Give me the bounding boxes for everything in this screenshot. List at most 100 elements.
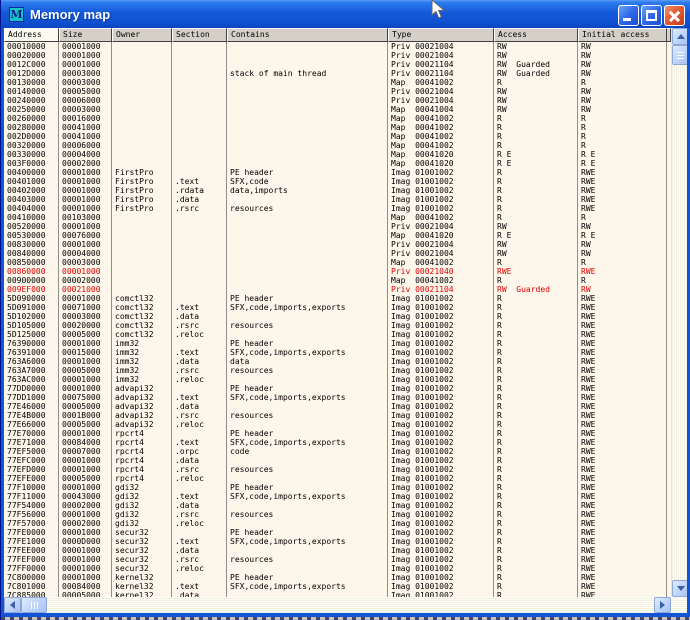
cell-section: .rsrc xyxy=(172,555,227,564)
vertical-scroll-thumb[interactable] xyxy=(672,45,688,65)
horizontal-scroll-track[interactable] xyxy=(47,597,654,613)
scroll-up-button[interactable] xyxy=(672,28,688,45)
table-row[interactable]: 77E71000 00084000 rpcrt4 .text SFX,code,… xyxy=(4,438,671,447)
table-row[interactable]: 77E70000 00001000 rpcrt4 PE header Imag … xyxy=(4,429,671,438)
table-row[interactable]: 00840000 00004000 Priv 00021004 RW RW xyxy=(4,249,671,258)
table-row[interactable]: 77EFC000 00001000 rpcrt4 .data Imag 0100… xyxy=(4,456,671,465)
column-header-address[interactable]: Address xyxy=(4,28,59,42)
table-row[interactable]: 5D125000 00005000 comctl32 .reloc Imag 0… xyxy=(4,330,671,339)
table-row[interactable]: 00400000 00001000 FirstPro PE header Ima… xyxy=(4,168,671,177)
column-header-initial-access[interactable]: Initial access xyxy=(578,28,667,42)
table-row[interactable]: 00860000 00001000 Priv 00021040 RWE RWE xyxy=(4,267,671,276)
table-row[interactable]: 763A6000 00001000 imm32 .data data Imag … xyxy=(4,357,671,366)
column-header-owner[interactable]: Owner xyxy=(112,28,172,42)
column-header-type[interactable]: Type xyxy=(388,28,494,42)
table-row[interactable]: 00900000 00002000 Map 00041002 R R xyxy=(4,276,671,285)
cell-contains xyxy=(227,330,388,339)
table-row[interactable]: 763A7000 00005000 imm32 .rsrc resources … xyxy=(4,366,671,375)
table-row[interactable]: 0012D000 00003000 stack of main thread P… xyxy=(4,69,671,78)
horizontal-scrollbar[interactable] xyxy=(4,597,671,613)
table-row[interactable]: 77F56000 00001000 gdi32 .rsrc resources … xyxy=(4,510,671,519)
maximize-button[interactable] xyxy=(641,5,662,26)
cell-size: 00001000 xyxy=(59,510,112,519)
cell-size: 00005000 xyxy=(59,87,112,96)
table-row[interactable]: 77FE1000 0000D000 secur32 .text SFX,code… xyxy=(4,537,671,546)
table-row[interactable]: 77FE0000 00001000 secur32 PE header Imag… xyxy=(4,528,671,537)
table-row[interactable]: 0012C000 00001000 Priv 00021104 RW Guard… xyxy=(4,60,671,69)
table-row[interactable]: 00530000 00076000 Map 00041020 R E R E xyxy=(4,231,671,240)
table-row[interactable]: 00850000 00003000 Map 00041002 R R xyxy=(4,258,671,267)
table-row[interactable]: 00410000 00103000 Map 00041002 R R xyxy=(4,213,671,222)
cell-size: 00001000 xyxy=(59,177,112,186)
table-row[interactable]: 00520000 00001000 Priv 00021004 RW RW xyxy=(4,222,671,231)
vertical-scroll-track[interactable] xyxy=(672,65,688,580)
cell-type: Imag 01001002 xyxy=(388,537,494,546)
cell-owner: imm32 xyxy=(112,339,172,348)
table-row[interactable]: 00010000 00001000 Priv 00021004 RW RW xyxy=(4,42,671,51)
table-row[interactable]: 003F0000 00002000 Map 00041020 R E R E xyxy=(4,159,671,168)
column-header-contains[interactable]: Contains xyxy=(227,28,388,42)
column-header-section[interactable]: Section xyxy=(172,28,227,42)
table-row[interactable]: 76391000 00015000 imm32 .text SFX,code,i… xyxy=(4,348,671,357)
horizontal-scroll-thumb[interactable] xyxy=(21,597,47,613)
table-row[interactable]: 00280000 00041000 Map 00041002 R R xyxy=(4,123,671,132)
table-row[interactable]: 77F54000 00002000 gdi32 .data Imag 01001… xyxy=(4,501,671,510)
scroll-right-button[interactable] xyxy=(654,597,671,613)
table-row[interactable]: 77E46000 00005000 advapi32 .data Imag 01… xyxy=(4,402,671,411)
table-row[interactable]: 77EFE000 00005000 rpcrt4 .reloc Imag 010… xyxy=(4,474,671,483)
table-row[interactable]: 00250000 00003000 Map 00041004 RW RW xyxy=(4,105,671,114)
table-row[interactable]: 00020000 00001000 Priv 00021004 RW RW xyxy=(4,51,671,60)
cell-address: 77EFE000 xyxy=(4,474,59,483)
table-row[interactable]: 7C801000 00084000 kernel32 .text SFX,cod… xyxy=(4,582,671,591)
cell-type: Map 00041002 xyxy=(388,258,494,267)
table-row[interactable]: 002D0000 00041000 Map 00041002 R R xyxy=(4,132,671,141)
table-row[interactable]: 009EF000 00021000 Priv 00021104 RW Guard… xyxy=(4,285,671,294)
table-row[interactable]: 76390000 00001000 imm32 PE header Imag 0… xyxy=(4,339,671,348)
table-row[interactable]: 00260000 00016000 Map 00041002 R R xyxy=(4,114,671,123)
column-header-size[interactable]: Size xyxy=(59,28,112,42)
cell-access: R xyxy=(494,519,578,528)
vertical-scrollbar[interactable] xyxy=(671,28,688,597)
table-row[interactable]: 77F10000 00001000 gdi32 PE header Imag 0… xyxy=(4,483,671,492)
scroll-left-button[interactable] xyxy=(4,597,21,613)
table-row[interactable]: 77FEE000 00001000 secur32 .data Imag 010… xyxy=(4,546,671,555)
table-row[interactable]: 77F57000 00002000 gdi32 .reloc Imag 0100… xyxy=(4,519,671,528)
table-row[interactable]: 00401000 00001000 FirstPro .text SFX,cod… xyxy=(4,177,671,186)
table-row[interactable]: 77E66000 00005000 advapi32 .reloc Imag 0… xyxy=(4,420,671,429)
table-row[interactable]: 763AC000 00001000 imm32 .reloc Imag 0100… xyxy=(4,375,671,384)
cell-access: R E xyxy=(494,159,578,168)
table-row[interactable]: 00402000 00001000 FirstPro .rdata data,i… xyxy=(4,186,671,195)
cell-initial-access: RWE xyxy=(578,384,667,393)
table-row[interactable]: 00404000 00001000 FirstPro .rsrc resourc… xyxy=(4,204,671,213)
scroll-down-button[interactable] xyxy=(672,580,688,597)
table-row[interactable]: 00830000 00001000 Priv 00021004 RW RW xyxy=(4,240,671,249)
table-row[interactable]: 00140000 00005000 Priv 00021004 RW RW xyxy=(4,87,671,96)
cell-access: R xyxy=(494,474,578,483)
minimize-button[interactable] xyxy=(618,5,639,26)
table-row[interactable]: 77EFD000 00001000 rpcrt4 .rsrc resources… xyxy=(4,465,671,474)
cell-address: 77DD0000 xyxy=(4,384,59,393)
table-row[interactable]: 5D091000 00071000 comctl32 .text SFX,cod… xyxy=(4,303,671,312)
table-row[interactable]: 00330000 00004000 Map 00041020 R E R E xyxy=(4,150,671,159)
table-row[interactable]: 77F11000 00043000 gdi32 .text SFX,code,i… xyxy=(4,492,671,501)
table-row[interactable]: 00320000 00006000 Map 00041002 R R xyxy=(4,141,671,150)
table-row[interactable]: 77EF5000 00007000 rpcrt4 .orpc code Imag… xyxy=(4,447,671,456)
table-row[interactable]: 7C800000 00001000 kernel32 PE header Ima… xyxy=(4,573,671,582)
table-row[interactable]: 77E4B000 0001B000 advapi32 .rsrc resourc… xyxy=(4,411,671,420)
table-row[interactable]: 5D105000 00020000 comctl32 .rsrc resourc… xyxy=(4,321,671,330)
table-row[interactable]: 00130000 00003000 Map 00041002 R R xyxy=(4,78,671,87)
table-row[interactable]: 77DD1000 00075000 advapi32 .text SFX,cod… xyxy=(4,393,671,402)
table-row[interactable]: 77FF0000 00001000 secur32 .reloc Imag 01… xyxy=(4,564,671,573)
cell-owner: rpcrt4 xyxy=(112,438,172,447)
table-row[interactable]: 00403000 00001000 FirstPro .data Imag 01… xyxy=(4,195,671,204)
table-row[interactable]: 77DD0000 00001000 advapi32 PE header Ima… xyxy=(4,384,671,393)
table-row[interactable]: 5D090000 00001000 comctl32 PE header Ima… xyxy=(4,294,671,303)
close-button[interactable] xyxy=(664,5,685,26)
table-row[interactable]: 77FEF000 00001000 secur32 .rsrc resource… xyxy=(4,555,671,564)
table-row[interactable]: 00240000 00006000 Priv 00021004 RW RW xyxy=(4,96,671,105)
cell-owner xyxy=(112,141,172,150)
cell-access: R xyxy=(494,402,578,411)
column-header-access[interactable]: Access xyxy=(494,28,578,42)
titlebar[interactable]: M Memory map xyxy=(1,0,690,28)
table-row[interactable]: 5D102000 00003000 comctl32 .data Imag 01… xyxy=(4,312,671,321)
